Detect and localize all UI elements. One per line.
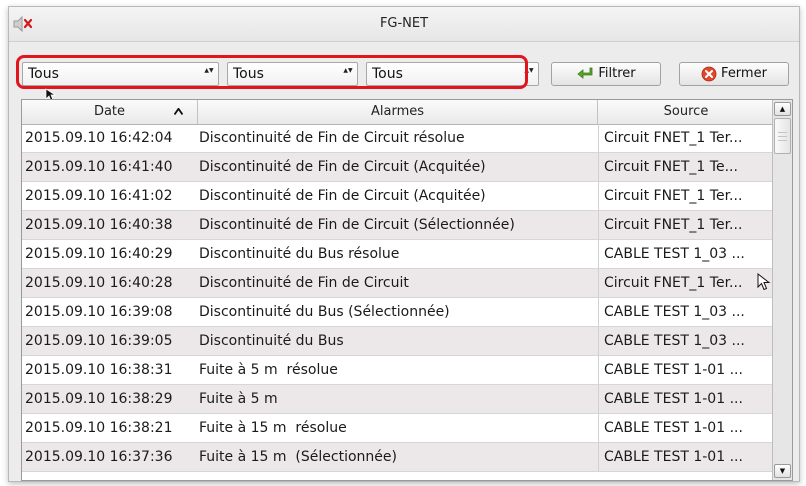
cell-alarm: Discontinuité du Bus résolue: [199, 246, 400, 262]
mouse-pointer-icon: [757, 273, 771, 291]
cell-date: 2015.09.10 16:37:36: [25, 449, 173, 465]
cell-source: CABLE TEST 1-01 ...: [598, 385, 774, 413]
cell-date: 2015.09.10 16:41:40: [25, 159, 173, 175]
table-row[interactable]: 2015.09.10 16:38:21 Fuite à 15 m résolue C…: [22, 414, 774, 443]
cell-date: 2015.09.10 16:39:08: [25, 304, 173, 320]
cell-alarm: Fuite à 5 m: [199, 391, 278, 407]
cell-alarm: Fuite à 5 m résolue: [199, 362, 338, 378]
cell-date: 2015.09.10 16:41:02: [25, 188, 173, 204]
cell-source: CABLE TEST 1-01 ...: [598, 443, 774, 471]
cell-date: 2015.09.10 16:38:29: [25, 391, 173, 407]
cell-alarm: Discontinuité du Bus (Sélectionnée): [199, 304, 450, 320]
title-bar: FG-NET: [9, 7, 799, 42]
table-row[interactable]: 2015.09.10 16:39:08 Discontinuité du Bus …: [22, 298, 774, 327]
table-header: Date Alarmes Source: [22, 100, 774, 125]
cell-source: Circuit FNET_1 Ter...: [598, 124, 774, 152]
cell-alarm: Discontinuité du Bus: [199, 333, 344, 349]
cell-date: 2015.09.10 16:39:05: [25, 333, 173, 349]
alarm-table: Date Alarmes Source 2015.09.10 16:42:04 D…: [21, 99, 793, 481]
table-row[interactable]: 2015.09.10 16:37:36 Fuite à 15 m (Sélecti…: [22, 443, 774, 472]
vertical-scrollbar[interactable]: ▲ ▼: [772, 100, 792, 480]
table-row[interactable]: 2015.09.10 16:39:05 Discontinuité du Bus C…: [22, 327, 774, 356]
cell-source: Circuit FNET_1 Ter...: [598, 182, 774, 210]
column-header-alarms[interactable]: Alarmes: [198, 100, 598, 124]
fgnet-window: FG-NET Tous ▲▼ Tous ▲▼ Tous ▲▼ Filtrer F…: [8, 6, 800, 482]
cell-date: 2015.09.10 16:40:38: [25, 217, 173, 233]
filter-button[interactable]: Filtrer: [551, 62, 661, 86]
cell-alarm: Fuite à 15 m (Sélectionnée): [199, 449, 397, 465]
cell-alarm: Discontinuité de Fin de Circuit: [199, 275, 409, 291]
table-row[interactable]: 2015.09.10 16:42:04 Discontinuité de Fin …: [22, 124, 774, 153]
table-row[interactable]: 2015.09.10 16:41:40 Discontinuité de Fin …: [22, 153, 774, 182]
cell-alarm: Fuite à 15 m résolue: [199, 420, 347, 436]
cell-alarm: Discontinuité de Fin de Circuit résolue: [199, 130, 465, 146]
table-row[interactable]: 2015.09.10 16:40:29 Discontinuité du Bus …: [22, 240, 774, 269]
filter-arrow-icon: [577, 67, 593, 79]
cell-source: Circuit FNET_1 Ter...: [598, 269, 774, 297]
cell-date: 2015.09.10 16:40:29: [25, 246, 173, 262]
scroll-down-icon[interactable]: ▼: [774, 464, 791, 478]
cell-alarm: Discontinuité de Fin de Circuit (Acquité…: [199, 188, 486, 204]
sort-up-icon: [174, 108, 183, 115]
cell-source: CABLE TEST 1_03 ...: [598, 327, 774, 355]
cell-date: 2015.09.10 16:38:31: [25, 362, 173, 378]
table-row[interactable]: 2015.09.10 16:41:02 Discontinuité de Fin …: [22, 182, 774, 211]
filter-button-label: Filtrer: [598, 66, 636, 81]
column-header-date[interactable]: Date: [22, 100, 198, 124]
close-circle-icon: [701, 66, 717, 82]
cell-source: Circuit FNET_1 Te...: [598, 153, 774, 181]
cell-source: CABLE TEST 1-01 ...: [598, 356, 774, 384]
table-row[interactable]: 2015.09.10 16:38:29 Fuite à 5 m CABLE TEST…: [22, 385, 774, 414]
cell-date: 2015.09.10 16:42:04: [25, 130, 173, 146]
filter-bar: Tous ▲▼ Tous ▲▼ Tous ▲▼ Filtrer Fermer: [9, 53, 799, 93]
cell-date: 2015.09.10 16:38:21: [25, 420, 173, 436]
window-title: FG-NET: [379, 16, 429, 31]
scroll-up-icon[interactable]: ▲: [774, 102, 791, 116]
cell-date: 2015.09.10 16:40:28: [25, 275, 173, 291]
cell-source: CABLE TEST 1_03 ...: [598, 298, 774, 326]
scroll-thumb[interactable]: [774, 118, 791, 154]
cell-alarm: Discontinuité de Fin de Circuit (Acquité…: [199, 159, 486, 175]
column-header-source[interactable]: Source: [598, 100, 774, 124]
cell-source: Circuit FNET_1 Ter...: [598, 211, 774, 239]
cell-alarm: Discontinuité de Fin de Circuit (Sélecti…: [199, 217, 515, 233]
cell-source: CABLE TEST 1_03 ...: [598, 240, 774, 268]
table-row[interactable]: 2015.09.10 16:38:31 Fuite à 5 m résolue CA…: [22, 356, 774, 385]
cell-source: CABLE TEST 1-01 ...: [598, 414, 774, 442]
highlight-box: [16, 55, 528, 89]
table-row[interactable]: 2015.09.10 16:40:38 Discontinuité de Fin …: [22, 211, 774, 240]
close-button-label: Fermer: [721, 66, 767, 81]
table-row[interactable]: 2015.09.10 16:40:28 Discontinuité de Fin …: [22, 269, 774, 298]
close-button[interactable]: Fermer: [679, 62, 789, 86]
